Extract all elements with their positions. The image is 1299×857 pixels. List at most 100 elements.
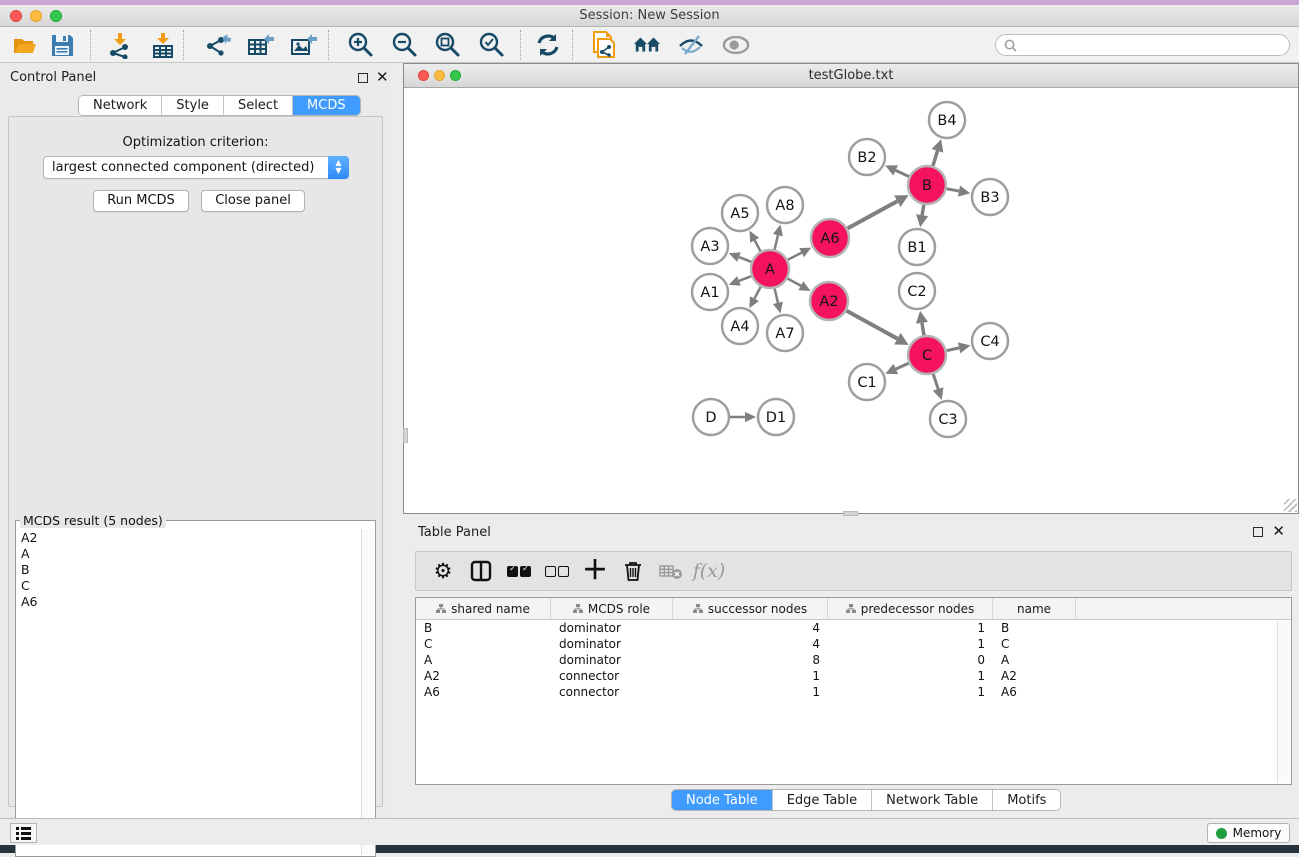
network-canvas[interactable]: AA1A2A3A4A5A6A7A8BB1B2B3B4CC1C2C3C4DD1: [404, 88, 1298, 513]
network-window-titlebar[interactable]: testGlobe.txt: [404, 64, 1298, 88]
cell-MCDS-role[interactable]: dominator: [551, 620, 673, 636]
zoom-window-button[interactable]: [50, 10, 62, 22]
cell-successor-nodes[interactable]: 4: [673, 636, 828, 652]
cell-shared-name[interactable]: A: [416, 652, 551, 668]
cell-shared-name[interactable]: B: [416, 620, 551, 636]
zoom-fit-icon[interactable]: [434, 31, 462, 59]
refresh-icon[interactable]: [534, 31, 562, 59]
column-header-shared-name[interactable]: shared name: [416, 598, 551, 619]
mcds-result-item[interactable]: A6: [21, 594, 360, 610]
mcds-result-item[interactable]: A2: [21, 530, 360, 546]
zoom-in-icon[interactable]: [347, 31, 375, 59]
edge-A2-C[interactable]: [844, 309, 898, 338]
import-network-icon[interactable]: [106, 31, 134, 59]
select-all-checkboxes-icon[interactable]: [502, 556, 536, 586]
tab-style[interactable]: Style: [162, 96, 224, 115]
cell-shared-name[interactable]: A2: [416, 668, 551, 684]
cell-MCDS-role[interactable]: dominator: [551, 636, 673, 652]
search-input[interactable]: [1021, 38, 1289, 52]
table-row[interactable]: A2connector11A2: [416, 668, 1291, 684]
cell-predecessor-nodes[interactable]: 1: [828, 684, 993, 700]
first-neighbors-icon[interactable]: [633, 31, 661, 59]
save-session-icon[interactable]: [48, 31, 76, 59]
add-row-icon[interactable]: ＋: [578, 556, 612, 586]
memory-button[interactable]: Memory: [1207, 823, 1290, 843]
tab-mcds[interactable]: MCDS: [293, 96, 360, 115]
export-image-icon[interactable]: [290, 31, 318, 59]
import-table-icon[interactable]: [149, 31, 177, 59]
mcds-result-item[interactable]: C: [21, 578, 360, 594]
close-panel-icon[interactable]: ✕: [376, 68, 389, 86]
table-row[interactable]: Bdominator41B: [416, 620, 1291, 636]
cell-predecessor-nodes[interactable]: 1: [828, 620, 993, 636]
duplicate-network-icon[interactable]: [590, 31, 618, 59]
tab-network[interactable]: Network: [79, 96, 162, 115]
pane-handle-left[interactable]: [403, 428, 408, 443]
zoom-network-button[interactable]: [450, 70, 461, 81]
cell-predecessor-nodes[interactable]: 1: [828, 668, 993, 684]
table-row[interactable]: Cdominator41C: [416, 636, 1291, 652]
export-network-icon[interactable]: [204, 31, 232, 59]
mcds-result-item[interactable]: A: [21, 546, 360, 562]
deselect-all-checkboxes-icon[interactable]: [540, 556, 574, 586]
tab-select[interactable]: Select: [224, 96, 293, 115]
close-network-button[interactable]: [418, 70, 429, 81]
float-table-panel-icon[interactable]: [1253, 527, 1263, 537]
table-row[interactable]: A6connector11A6: [416, 684, 1291, 700]
cell-name[interactable]: A: [993, 652, 1076, 668]
tab-motifs[interactable]: Motifs: [993, 790, 1060, 810]
zoom-selected-icon[interactable]: [478, 31, 506, 59]
zoom-out-icon[interactable]: [391, 31, 419, 59]
mcds-result-item[interactable]: B: [21, 562, 360, 578]
hide-selected-icon[interactable]: [677, 31, 705, 59]
column-header-name[interactable]: name: [993, 598, 1076, 619]
cell-name[interactable]: A6: [993, 684, 1076, 700]
show-all-icon[interactable]: [722, 31, 750, 59]
node-table[interactable]: shared nameMCDS rolesuccessor nodesprede…: [415, 597, 1292, 785]
cell-MCDS-role[interactable]: connector: [551, 668, 673, 684]
column-header-predecessor-nodes[interactable]: predecessor nodes: [828, 598, 993, 619]
run-mcds-button[interactable]: Run MCDS: [93, 190, 189, 212]
column-header-MCDS-role[interactable]: MCDS role: [551, 598, 673, 619]
open-file-icon[interactable]: [11, 31, 39, 59]
float-panel-icon[interactable]: [358, 73, 368, 83]
table-settings-icon[interactable]: ⚙: [426, 556, 460, 586]
optimization-criterion-select[interactable]: largest connected component (directed) ▲…: [43, 156, 349, 179]
pane-handle-bottom[interactable]: [843, 511, 858, 516]
mcds-result-list[interactable]: A2ABCA6: [18, 530, 360, 854]
close-panel-button[interactable]: Close panel: [201, 190, 305, 212]
cell-shared-name[interactable]: A6: [416, 684, 551, 700]
cell-name[interactable]: B: [993, 620, 1076, 636]
cell-shared-name[interactable]: C: [416, 636, 551, 652]
cell-successor-nodes[interactable]: 4: [673, 620, 828, 636]
delete-table-icon[interactable]: [654, 556, 688, 586]
resize-grip-icon[interactable]: [1284, 499, 1297, 512]
tab-edge-table[interactable]: Edge Table: [773, 790, 872, 810]
table-row[interactable]: Adominator80A: [416, 652, 1291, 668]
cell-name[interactable]: C: [993, 636, 1076, 652]
cell-predecessor-nodes[interactable]: 1: [828, 636, 993, 652]
table-scrollbar[interactable]: [1277, 621, 1290, 783]
minimize-window-button[interactable]: [30, 10, 42, 22]
close-table-panel-icon[interactable]: ✕: [1272, 522, 1285, 540]
tab-network-table[interactable]: Network Table: [872, 790, 993, 810]
export-table-icon[interactable]: [247, 31, 275, 59]
delete-rows-icon[interactable]: [616, 556, 650, 586]
edge-A6-B[interactable]: [845, 201, 897, 230]
cell-MCDS-role[interactable]: connector: [551, 684, 673, 700]
cell-successor-nodes[interactable]: 8: [673, 652, 828, 668]
column-header-successor-nodes[interactable]: successor nodes: [673, 598, 828, 619]
task-history-button[interactable]: [10, 823, 37, 843]
cell-name[interactable]: A2: [993, 668, 1076, 684]
search-field[interactable]: [995, 34, 1290, 56]
split-columns-icon[interactable]: [464, 556, 498, 586]
cell-successor-nodes[interactable]: 1: [673, 668, 828, 684]
cell-MCDS-role[interactable]: dominator: [551, 652, 673, 668]
cell-successor-nodes[interactable]: 1: [673, 684, 828, 700]
close-window-button[interactable]: [10, 10, 22, 22]
tab-node-table[interactable]: Node Table: [672, 790, 773, 810]
cell-predecessor-nodes[interactable]: 0: [828, 652, 993, 668]
function-builder-icon[interactable]: f(x): [692, 556, 726, 586]
minimize-network-button[interactable]: [434, 70, 445, 81]
mcds-result-scrollbar[interactable]: [361, 529, 374, 855]
